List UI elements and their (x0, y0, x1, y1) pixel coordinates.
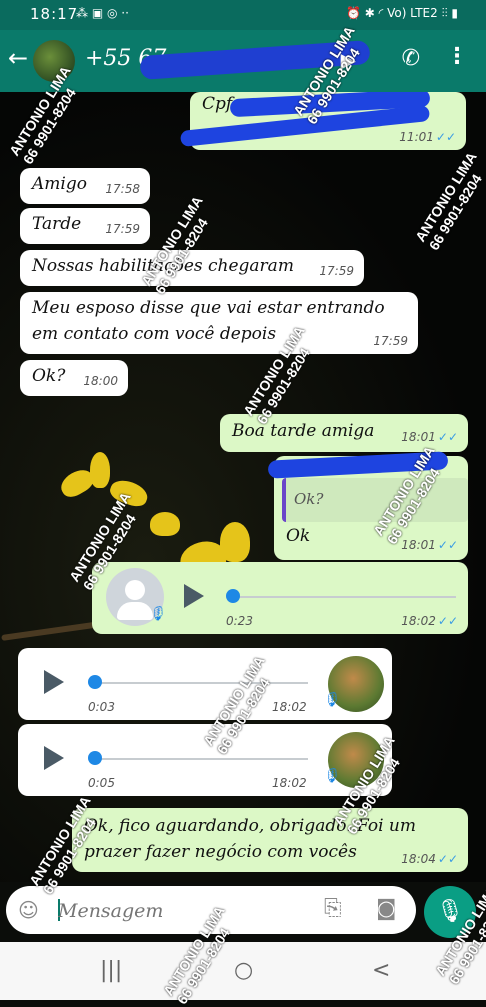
message-text-line1: Meu esposo disse que vai estar entrando (32, 298, 385, 318)
microphone-icon: 🎙 (436, 899, 464, 924)
read-ticks-icon: ✓✓ (437, 852, 458, 866)
message-time: 18:02 (401, 614, 436, 628)
status-time: 18:17 (30, 5, 79, 23)
message-time: 17:58 (105, 182, 140, 196)
microphone-icon: 🎙 (148, 606, 166, 622)
audio-progress-handle[interactable] (88, 675, 102, 689)
message-time: 18:02 (272, 776, 307, 790)
back-button[interactable]: < (372, 958, 390, 983)
play-icon[interactable] (44, 670, 64, 694)
paperclip-icon[interactable]: ⎘ (324, 896, 342, 921)
audio-duration: 0:05 (88, 776, 115, 790)
message-bubble-incoming[interactable]: Amigo 17:58 (20, 168, 150, 204)
message-time: 18:01 (401, 538, 436, 552)
audio-duration: 0:03 (88, 700, 115, 714)
message-time: 17:59 (319, 264, 354, 278)
message-time: 18:01 (401, 430, 436, 444)
emoji-icon[interactable]: ☺ (18, 898, 39, 922)
message-text: Ok? (32, 366, 66, 386)
system-status-icons: ⏰ ✱ ◜ Vo) LTE2 ⫶⫶ ▮ (345, 6, 458, 20)
microphone-icon: 🎙 (322, 768, 340, 784)
phone-icon[interactable]: ✆ (402, 46, 420, 71)
message-time: 11:01 (399, 130, 434, 144)
message-text: Tarde (32, 214, 82, 234)
voice-message-outgoing[interactable]: 🎙 0:23 18:02 ✓✓ (92, 562, 468, 634)
read-ticks-icon: ✓✓ (435, 130, 456, 144)
system-navigation-bar: ||| ○ < (0, 942, 486, 1000)
message-time: 18:04 (401, 852, 436, 866)
audio-progress-handle[interactable] (88, 751, 102, 765)
audio-duration: 0:23 (226, 614, 253, 628)
message-time: 17:59 (373, 334, 408, 348)
audio-progress-track[interactable] (94, 682, 308, 684)
camera-icon[interactable]: ◙ (376, 896, 396, 920)
message-time: 18:00 (83, 374, 118, 388)
quoted-text: Ok? (294, 490, 324, 508)
message-bubble-incoming[interactable]: Nossas habilitações chegaram 17:59 (20, 250, 364, 286)
play-icon[interactable] (184, 584, 204, 608)
message-bubble-incoming[interactable]: Tarde 17:59 (20, 208, 150, 244)
back-arrow-icon[interactable]: ← (8, 44, 28, 72)
microphone-icon: 🎙 (322, 692, 340, 708)
home-button[interactable]: ○ (234, 958, 253, 983)
message-text: Boa tarde amiga (232, 421, 375, 441)
audio-progress-track[interactable] (94, 758, 308, 760)
quoted-message[interactable]: Ok? (282, 478, 468, 522)
message-text-line2: prazer fazer negócio com vocês (84, 842, 357, 862)
status-bar: 18:17 ⁂ ▣ ◎ ·· ⏰ ✱ ◜ Vo) LTE2 ⫶⫶ ▮ (0, 0, 486, 30)
message-bubble-outgoing[interactable]: Ok, fico aguardando, obrigado. Foi um pr… (72, 808, 468, 872)
audio-progress-handle[interactable] (226, 589, 240, 603)
message-bubble-incoming[interactable]: Ok? 18:00 (20, 360, 128, 396)
recent-apps-button[interactable]: ||| (100, 958, 122, 983)
message-bubble-incoming[interactable]: Meu esposo disse que vai estar entrando … (20, 292, 418, 354)
more-vertical-icon[interactable]: ⋮ (446, 44, 468, 69)
composer-bar: ☺ ⎘ ◙ 🎙 (0, 882, 486, 942)
message-time: 18:02 (272, 700, 307, 714)
read-ticks-icon: ✓✓ (437, 430, 458, 444)
read-ticks-icon: ✓✓ (437, 614, 458, 628)
audio-progress-track[interactable] (232, 596, 456, 598)
message-text: Amigo (32, 174, 87, 194)
play-icon[interactable] (44, 746, 64, 770)
message-text-line2: em contato com você depois (32, 324, 277, 344)
read-ticks-icon: ✓✓ (437, 538, 458, 552)
message-text: Ok (286, 526, 311, 546)
notification-icons: ⁂ ▣ ◎ ·· (76, 6, 129, 20)
voice-message-incoming[interactable]: 0:03 18:02 🎙 (18, 648, 392, 720)
message-input[interactable] (56, 896, 300, 926)
message-time: 17:59 (105, 222, 140, 236)
